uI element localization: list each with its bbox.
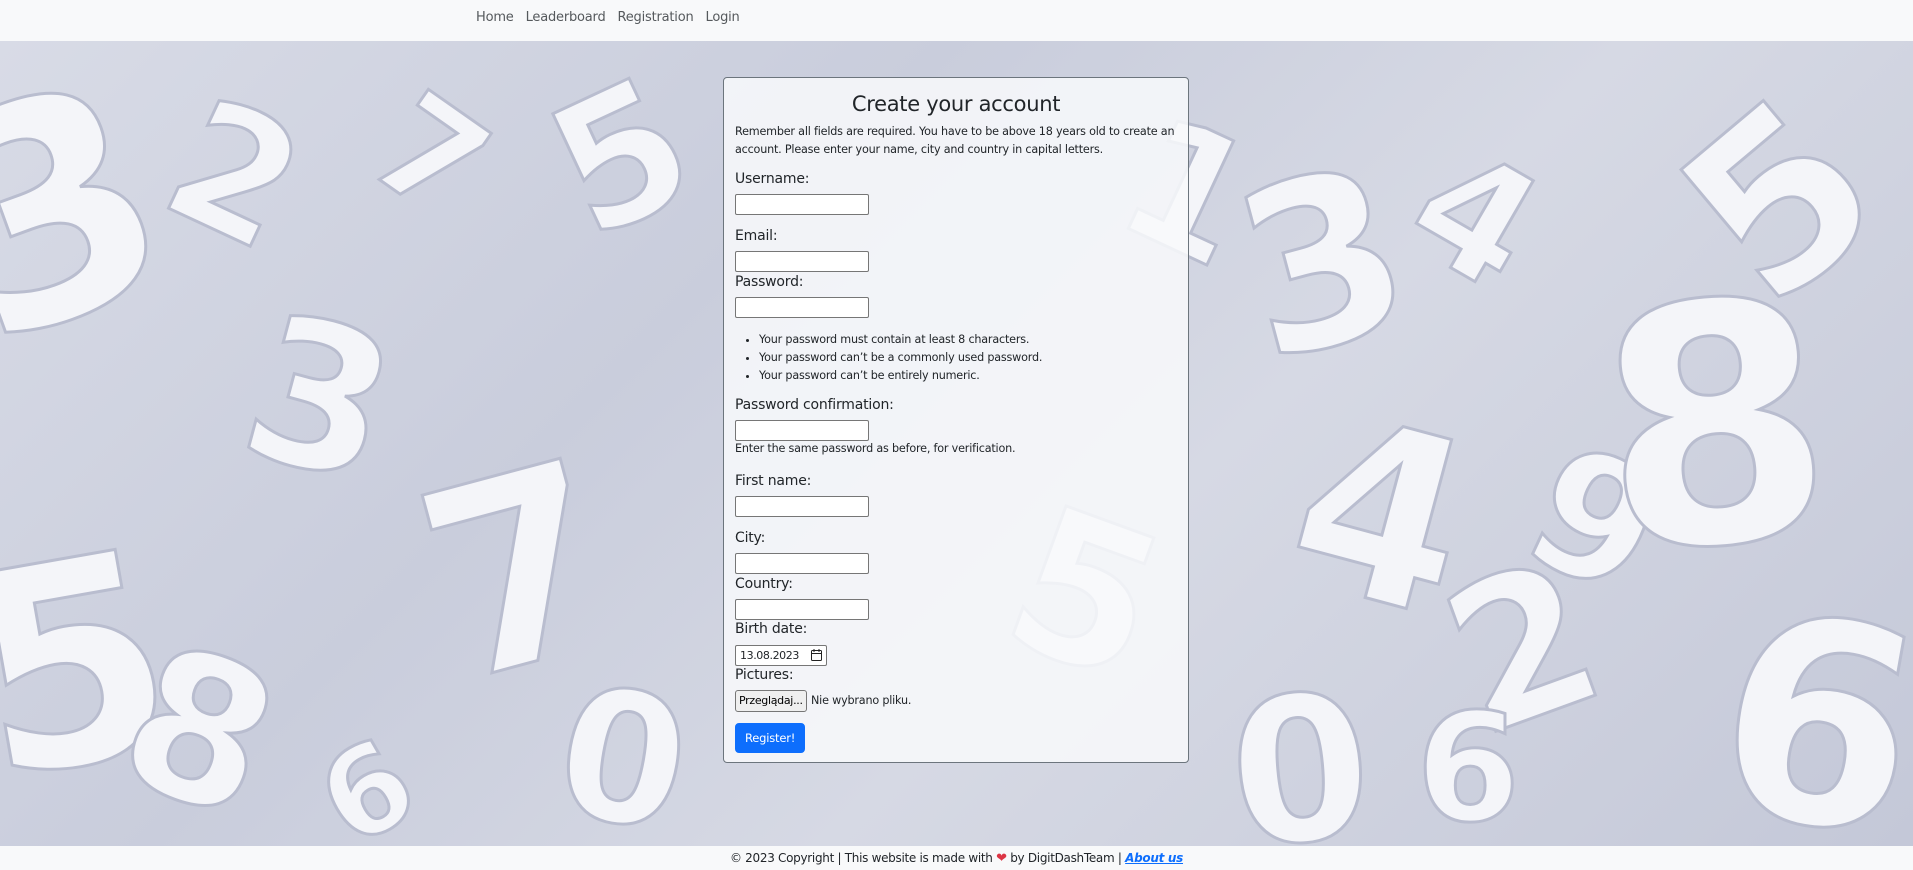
footer: © 2023 Copyright | This website is made … <box>0 846 1913 870</box>
pictures-label: Pictures: <box>735 667 794 683</box>
password-input[interactable] <box>735 297 869 318</box>
about-us-link[interactable]: About us <box>1125 851 1183 865</box>
register-button[interactable]: Register! <box>735 723 806 753</box>
calendar-icon[interactable] <box>811 649 822 661</box>
email-label: Email: <box>735 228 778 244</box>
heart-icon: ❤ <box>996 851 1007 866</box>
birth-date-value: 13.08.2023 <box>740 649 799 662</box>
username-label: Username: <box>735 171 810 187</box>
password-label: Password: <box>735 274 804 290</box>
svg-text:9: 9 <box>1416 675 1520 846</box>
password-help-item: Your password must contain at least 8 ch… <box>759 331 1042 349</box>
password-confirmation-input[interactable] <box>735 420 869 441</box>
email-input[interactable] <box>735 251 869 272</box>
first-name-label: First name: <box>735 473 812 489</box>
svg-text:7: 7 <box>343 62 516 251</box>
city-input[interactable] <box>735 553 869 574</box>
birth-date-label: Birth date: <box>735 621 808 637</box>
password-help-list: Your password must contain at least 8 ch… <box>735 331 1042 385</box>
svg-text:5: 5 <box>521 41 723 280</box>
first-name-input[interactable] <box>735 496 869 517</box>
nav-registration-link[interactable]: Registration <box>612 10 700 25</box>
file-status-text: Nie wybrano pliku. <box>811 694 912 707</box>
country-input[interactable] <box>735 599 869 620</box>
nav-links: Home Leaderboard Registration Login <box>470 0 746 34</box>
password-help-item: Your password can’t be a commonly used p… <box>759 349 1042 367</box>
page-title: Create your account <box>851 92 1061 116</box>
city-label: City: <box>735 530 766 546</box>
footer-copyright: © 2023 Copyright | This website is made … <box>729 851 993 865</box>
svg-text:0: 0 <box>1221 649 1380 846</box>
intro-text: Remember all fields are required. You ha… <box>735 125 1175 156</box>
password-help-item: Your password can’t be entirely numeric. <box>759 367 1042 385</box>
nav-leaderboard-link[interactable]: Leaderboard <box>520 10 612 25</box>
password-confirmation-help: Enter the same password as before, for v… <box>735 442 1016 455</box>
password-confirmation-label: Password confirmation: <box>735 397 894 413</box>
svg-text:3: 3 <box>222 269 417 530</box>
username-input[interactable] <box>735 194 869 215</box>
nav-login-link[interactable]: Login <box>700 10 746 25</box>
footer-team: by DigitDashTeam | <box>1010 851 1122 865</box>
birth-date-input[interactable]: 13.08.2023 <box>735 645 827 666</box>
registration-card: Create your account Remember all fields … <box>723 77 1189 763</box>
file-browse-button[interactable]: Przeglądaj... <box>735 690 807 712</box>
navbar: Home Leaderboard Registration Login <box>0 0 1913 41</box>
country-label: Country: <box>735 576 793 592</box>
svg-text:6: 6 <box>297 712 439 846</box>
nav-home-link[interactable]: Home <box>470 10 520 25</box>
